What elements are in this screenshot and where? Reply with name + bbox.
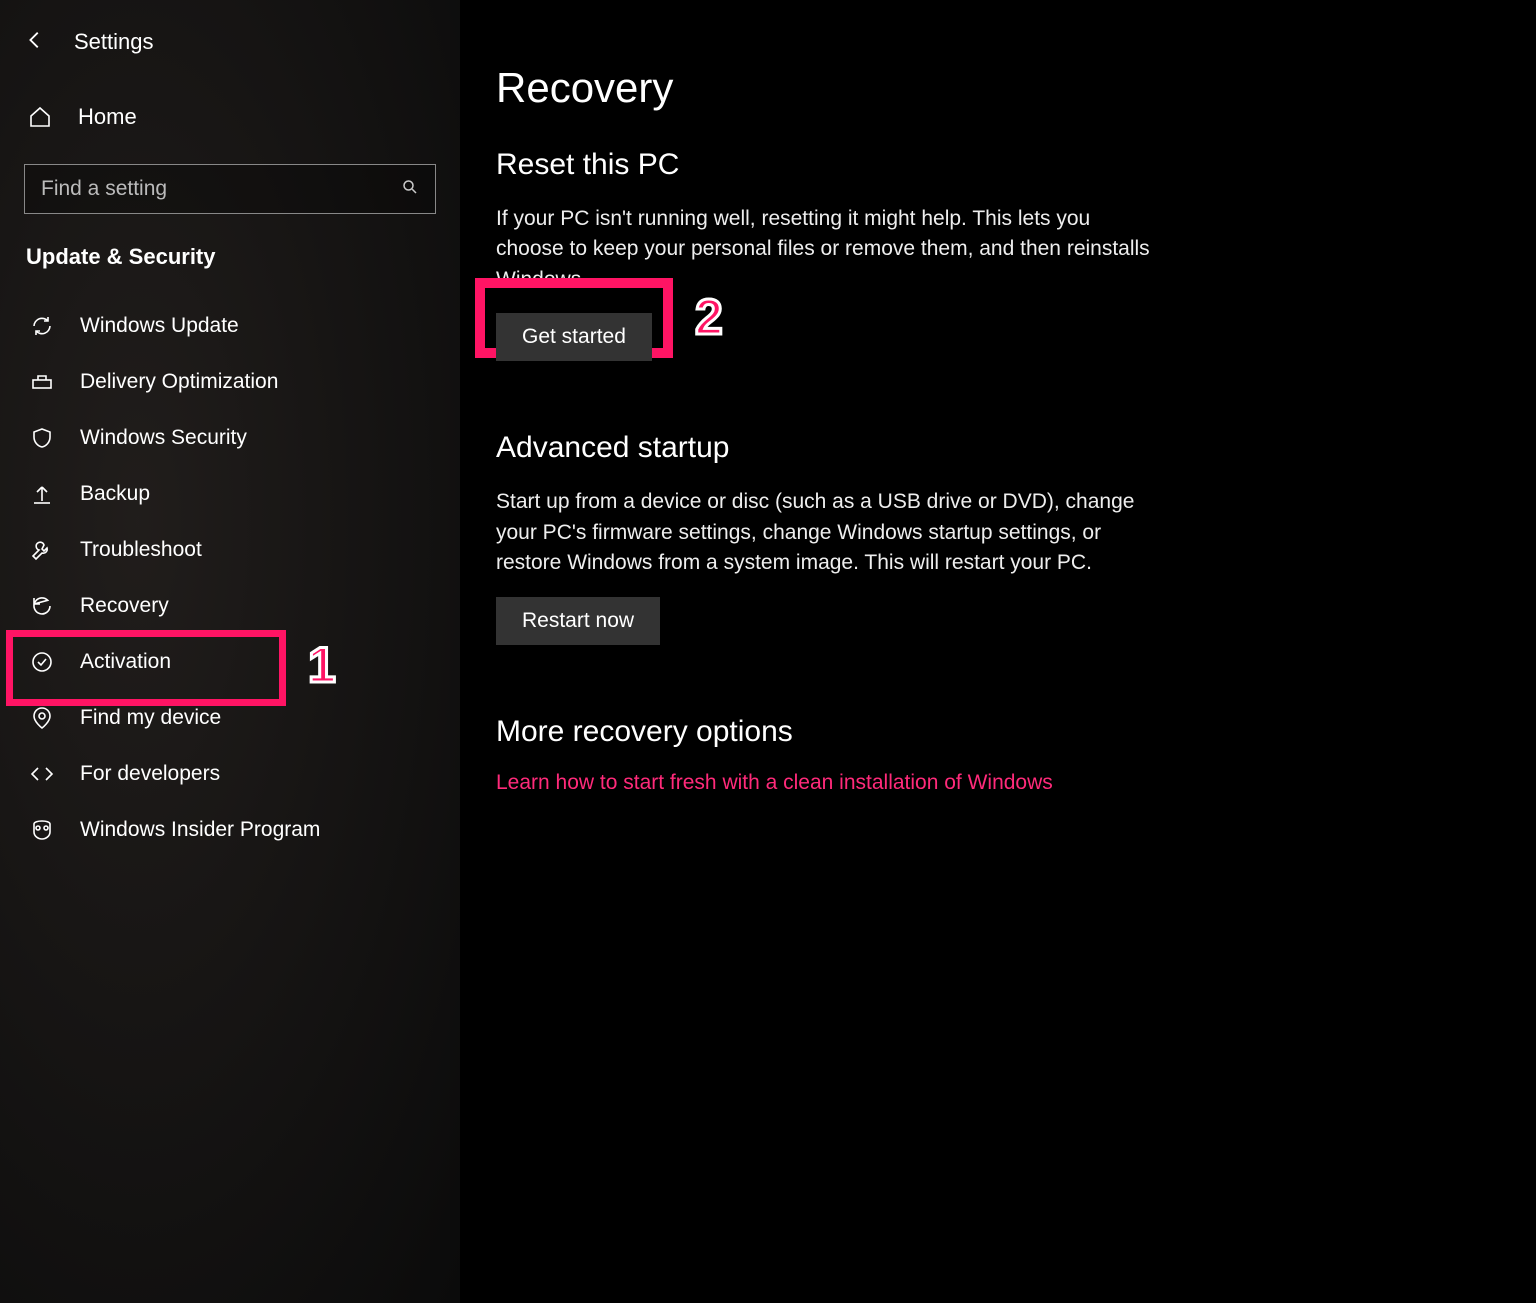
nav-label: Find my device xyxy=(80,706,221,730)
sync-icon xyxy=(28,314,56,338)
settings-sidebar: Settings Home Update & Security Windows … xyxy=(0,0,460,1303)
search-icon xyxy=(401,178,419,201)
nav-label: Delivery Optimization xyxy=(80,370,278,394)
page-title: Recovery xyxy=(496,64,1488,112)
recovery-icon xyxy=(28,594,56,618)
category-label: Update & Security xyxy=(24,244,436,270)
nav-troubleshoot[interactable]: Troubleshoot xyxy=(24,522,436,578)
search-input[interactable] xyxy=(41,177,401,201)
annotation-number-1: 1 xyxy=(308,636,336,694)
search-box[interactable] xyxy=(24,164,436,214)
restart-now-button[interactable]: Restart now xyxy=(496,597,660,645)
home-label: Home xyxy=(78,104,137,130)
developer-icon xyxy=(28,762,56,786)
reset-heading: Reset this PC xyxy=(496,148,1488,182)
nav-recovery[interactable]: Recovery xyxy=(24,578,436,634)
nav-windows-security[interactable]: Windows Security xyxy=(24,410,436,466)
home-nav[interactable]: Home xyxy=(24,94,436,140)
delivery-icon xyxy=(28,370,56,394)
nav-label: Activation xyxy=(80,650,171,674)
nav-windows-update[interactable]: Windows Update xyxy=(24,298,436,354)
nav-find-my-device[interactable]: Find my device xyxy=(24,690,436,746)
more-heading: More recovery options xyxy=(496,715,1488,749)
annotation-number-2: 2 xyxy=(695,288,723,346)
advanced-heading: Advanced startup xyxy=(496,431,1488,465)
wrench-icon xyxy=(28,538,56,562)
nav-label: Backup xyxy=(80,482,150,506)
back-arrow-icon[interactable] xyxy=(24,29,46,56)
get-started-button[interactable]: Get started xyxy=(496,313,652,361)
nav-label: For developers xyxy=(80,762,220,786)
app-title: Settings xyxy=(74,29,154,55)
clean-install-link[interactable]: Learn how to start fresh with a clean in… xyxy=(496,771,1053,794)
home-icon xyxy=(28,105,52,129)
shield-icon xyxy=(28,426,56,450)
nav-label: Windows Insider Program xyxy=(80,818,320,842)
nav-for-developers[interactable]: For developers xyxy=(24,746,436,802)
advanced-startup-section: Advanced startup Start up from a device … xyxy=(496,431,1488,644)
check-circle-icon xyxy=(28,650,56,674)
nav-backup[interactable]: Backup xyxy=(24,466,436,522)
location-icon xyxy=(28,706,56,730)
nav-label: Windows Security xyxy=(80,426,247,450)
nav-delivery-optimization[interactable]: Delivery Optimization xyxy=(24,354,436,410)
advanced-description: Start up from a device or disc (such as … xyxy=(496,487,1156,578)
reset-description: If your PC isn't running well, resetting… xyxy=(496,204,1156,295)
reset-pc-section: Reset this PC If your PC isn't running w… xyxy=(496,148,1488,361)
nav-label: Windows Update xyxy=(80,314,239,338)
more-recovery-section: More recovery options Learn how to start… xyxy=(496,715,1488,795)
backup-icon xyxy=(28,482,56,506)
nav-activation[interactable]: Activation xyxy=(24,634,436,690)
nav-label: Recovery xyxy=(80,594,169,618)
insider-icon xyxy=(28,818,56,842)
nav-windows-insider[interactable]: Windows Insider Program xyxy=(24,802,436,858)
main-content: Recovery Reset this PC If your PC isn't … xyxy=(460,0,1536,1303)
nav-label: Troubleshoot xyxy=(80,538,202,562)
